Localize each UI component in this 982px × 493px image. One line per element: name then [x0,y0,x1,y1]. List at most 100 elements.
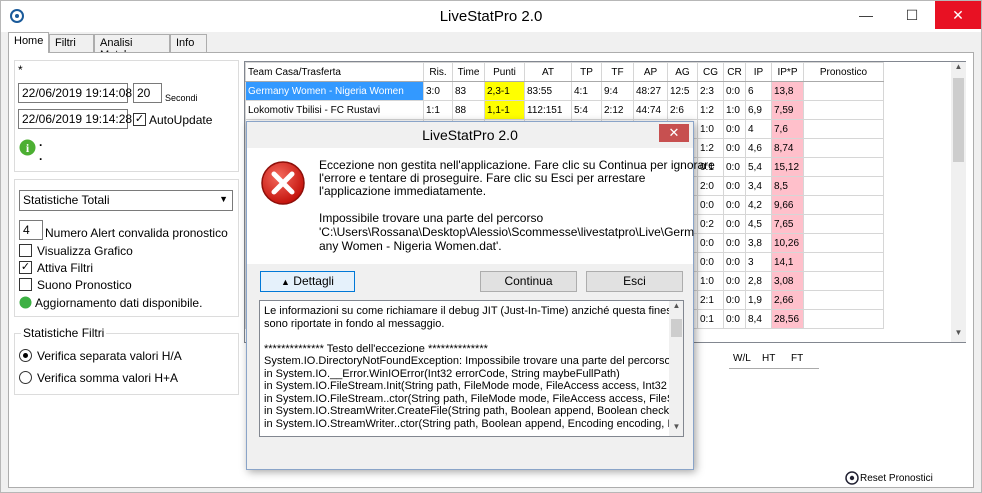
sub-header-row: W/L HT FT [729,349,819,369]
maximize-button[interactable]: ☐ [889,1,935,29]
table-cell: 0:0 [723,176,746,196]
dialog-message-5: 'C:\Users\Rossana\Desktop\Alessio\Scomme… [319,225,695,239]
table-cell: 0:2 [697,214,724,234]
table-cell [803,195,884,215]
details-button[interactable]: ▲ Dettagli [260,271,355,292]
table-cell: 8,5 [771,176,804,196]
soccer-ball-icon [845,471,859,485]
details-line: ************** Testo dell'eccezione ****… [264,342,488,355]
table-cell: 2,8 [745,271,772,291]
grid-header-cell[interactable]: Pronostico [803,62,884,82]
tab-filtri[interactable]: Filtri [49,34,94,52]
attiva-filtri-checkbox[interactable]: ✓ [19,261,32,274]
table-cell: 9,66 [771,195,804,215]
grid-header-cell[interactable]: Time [452,62,485,82]
table-cell [803,100,884,120]
dialog-message-6: any Women - Nigeria Women.dat'. [319,239,502,253]
table-cell: 83:55 [524,81,572,101]
suono-pronostico-checkbox[interactable] [19,278,32,291]
grid-header-cell[interactable]: IP*P [771,62,804,82]
scroll-up-icon[interactable]: ▲ [951,62,966,76]
table-cell: 9:4 [601,81,634,101]
details-scrollbar[interactable]: ▲ ▼ [669,301,683,436]
table-cell: 2:12 [601,100,634,120]
exit-button[interactable]: Esci [586,271,683,292]
datetime-start-field[interactable]: 22/06/2019 19:14:08 [18,83,132,103]
tab-home[interactable]: Home [8,32,49,53]
table-cell: 0:0 [723,271,746,291]
table-cell: 44:74 [633,100,668,120]
table-cell: 1:1 [423,100,453,120]
details-button-label: Dettagli [293,274,334,288]
grid-header-cell[interactable]: Punti [484,62,525,82]
grid-scrollbar[interactable]: ▲ ▼ [951,62,966,342]
grid-header-cell[interactable]: TF [601,62,634,82]
table-cell: 8,74 [771,138,804,158]
dialog-message-2: l'errore e tentare di proseguire. Fare c… [319,171,646,185]
table-cell: 0:0 [697,195,724,215]
error-dialog: LiveStatPro 2.0 ✕ Eccezione non gestita … [246,121,715,470]
close-button[interactable]: ✕ [935,1,981,29]
dialog-message-1: Eccezione non gestita nell'applicazione.… [319,158,715,172]
details-textbox[interactable]: Le informazioni su come richiamare il de… [259,300,684,437]
tab-info[interactable]: Info [170,34,207,52]
dialog-title: LiveStatPro 2.0 [247,122,693,148]
tab-analisi-match[interactable]: Analisi Match [94,34,170,61]
table-cell: 3:0 [423,81,453,101]
details-scroll-up-icon[interactable]: ▲ [669,301,683,315]
table-cell: 88 [452,100,485,120]
grid-header-cell[interactable]: AT [524,62,572,82]
info-icon: i [19,139,36,156]
table-cell: 13,8 [771,81,804,101]
seconds-field[interactable]: 20 [133,83,162,103]
grid-header-cell[interactable]: AP [633,62,668,82]
table-cell: 0:0 [723,81,746,101]
minimize-button[interactable]: — [843,1,889,29]
table-cell [803,138,884,158]
grid-header-cell[interactable]: Team Casa/Trasferta [245,62,424,82]
table-cell: Lokomotiv Tbilisi - FC Rustavi [245,100,424,120]
table-cell: 1:2 [697,100,724,120]
separate-values-label: Verifica separata valori H/A [37,349,182,363]
stats-filter-label: Statistiche Filtri [21,326,107,340]
sum-values-radio[interactable] [19,371,32,384]
details-scroll-thumb[interactable] [671,319,682,337]
chevron-down-icon: ▼ [219,194,228,204]
reset-pronostici-button[interactable]: Reset Pronostici [860,473,933,484]
suono-pronostico-label: Suono Pronostico [37,278,132,292]
autoupdate-checkbox[interactable]: ✓ [133,113,146,126]
grid-header-cell[interactable]: CG [697,62,724,82]
table-cell [803,119,884,139]
table-cell [803,309,884,329]
table-cell: 2,3-1 [484,81,525,101]
grid-header-cell[interactable]: TP [571,62,602,82]
table-cell: 3,8 [745,233,772,253]
scroll-down-icon[interactable]: ▼ [951,328,966,342]
continue-button[interactable]: Continua [480,271,577,292]
table-cell: 6 [745,81,772,101]
table-row[interactable]: Germany Women - Nigeria Women 3:0 83 2,3-1 8… [245,81,884,101]
details-line: Le informazioni su come richiamare il de… [264,305,684,317]
stats-select-value: Statistiche Totali [23,193,110,207]
alert-count-field[interactable]: 4 [19,220,43,240]
grid-header-cell[interactable]: Ris. [423,62,453,82]
details-scroll-down-icon[interactable]: ▼ [669,422,683,436]
table-row[interactable]: Lokomotiv Tbilisi - FC Rustavi 1:1 88 1,1-1… [245,100,884,120]
status-label: Aggiornamento dati disponibile. [35,296,203,310]
separate-values-radio[interactable] [19,349,32,362]
grid-header-cell[interactable]: IP [745,62,772,82]
visualizza-grafico-checkbox[interactable] [19,244,32,257]
visualizza-grafico-label: Visualizza Grafico [37,244,133,258]
table-cell: 7,6 [771,119,804,139]
table-cell: 7,59 [771,100,804,120]
table-cell: 2:0 [697,176,724,196]
stats-filter-group: Statistiche Filtri Verifica separata val… [14,326,239,395]
error-icon [261,161,305,205]
table-cell [803,214,884,234]
datetime-end-field[interactable]: 22/06/2019 19:14:28 [18,109,132,129]
dialog-close-button[interactable]: ✕ [659,124,689,142]
stats-select[interactable]: Statistiche Totali ▼ [19,190,233,211]
grid-header-cell[interactable]: AG [667,62,698,82]
grid-header-cell[interactable]: CR [723,62,746,82]
scroll-thumb[interactable] [953,78,964,162]
